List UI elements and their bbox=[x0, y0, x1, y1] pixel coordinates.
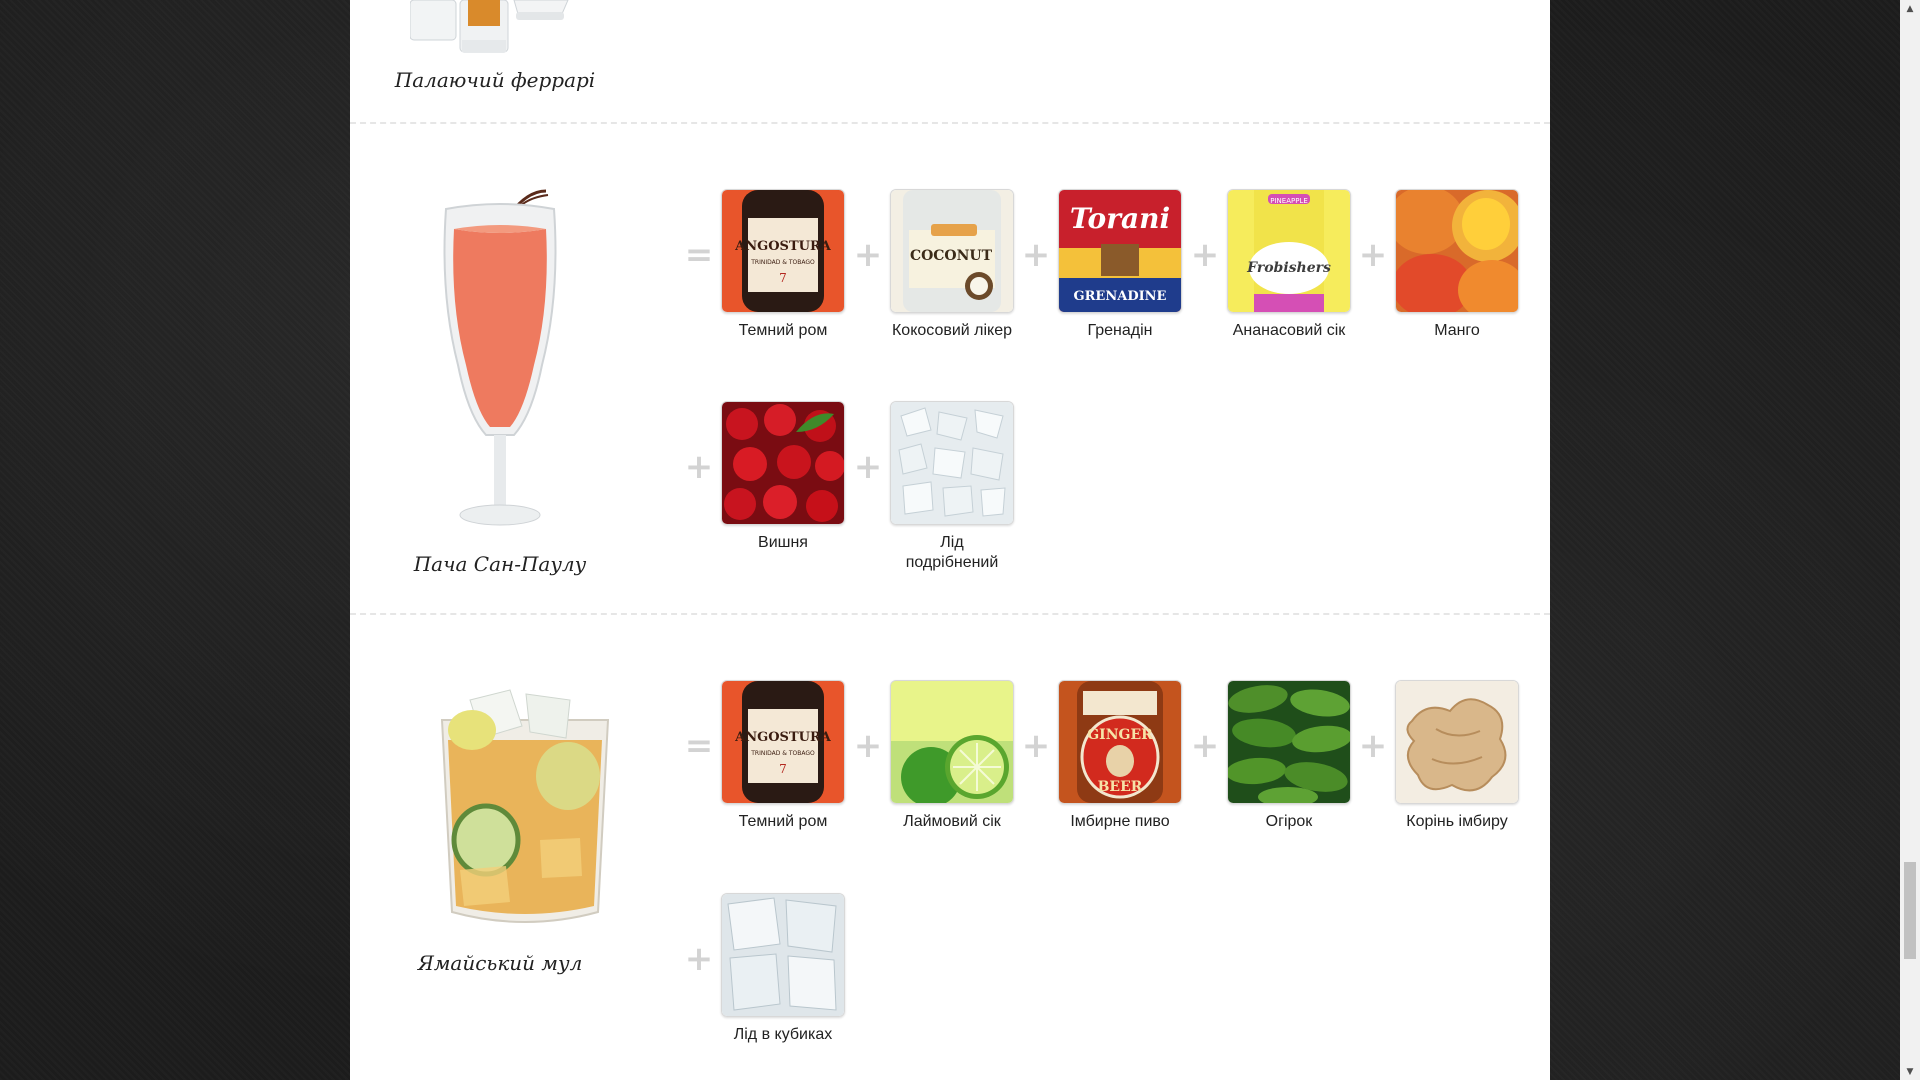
ingredient-item[interactable]: Корінь імбиру bbox=[1372, 680, 1542, 832]
ingredient-label: Кокосовий лікер bbox=[891, 322, 1013, 339]
frobishers-label-text: Frobishers bbox=[1246, 260, 1331, 276]
ginger-beer-icon: GINGER BEER bbox=[1058, 680, 1182, 804]
svg-text:PINEAPPLE: PINEAPPLE bbox=[1270, 197, 1308, 205]
ingredient-label: Манго bbox=[1434, 322, 1480, 339]
ingredient-item[interactable]: Вишня bbox=[698, 401, 868, 553]
ingredient-label: Огірок bbox=[1265, 813, 1313, 830]
svg-text:TRINIDAD & TOBAGO: TRINIDAD & TOBAGO bbox=[750, 259, 815, 266]
torani-grenadine-icon: Torani GRENADINE bbox=[1058, 189, 1182, 313]
coconut-label-text: COCONUT bbox=[910, 248, 993, 264]
vertical-scrollbar[interactable]: ▲ ▼ bbox=[1900, 0, 1920, 1080]
cucumbers-icon bbox=[1227, 680, 1351, 804]
cocktail-name[interactable]: Ямайський мул bbox=[350, 951, 675, 975]
cherries-icon bbox=[721, 401, 845, 525]
scroll-down-arrow-icon[interactable]: ▼ bbox=[1900, 1063, 1920, 1080]
section-divider bbox=[350, 122, 1550, 124]
section-divider bbox=[350, 613, 1550, 615]
ingredient-label: Гренадін bbox=[1087, 322, 1153, 339]
ingredient-item[interactable]: ANGOSTURA TRINIDAD & TOBAGO 7 Темний ром bbox=[698, 189, 868, 341]
pacha-sao-paulo-glass-image[interactable] bbox=[440, 185, 560, 539]
grenadine-label-text: GRENADINE bbox=[1074, 289, 1167, 304]
ingredient-label: Темний ром bbox=[738, 322, 828, 339]
ingredient-label: Ананасовий сік bbox=[1232, 322, 1346, 339]
ingredient-item[interactable]: Лаймовий сік bbox=[867, 680, 1037, 832]
ingredient-item[interactable]: ANGOSTURA TRINIDAD & TOBAGO 7 Темний ром bbox=[698, 680, 868, 832]
ingredient-label: Лід в кубиках bbox=[733, 1026, 833, 1043]
svg-text:TRINIDAD & TOBAGO: TRINIDAD & TOBAGO bbox=[750, 750, 815, 757]
ingredient-item[interactable]: Torani GRENADINE Гренадін bbox=[1035, 189, 1205, 341]
ingredient-item[interactable]: PINEAPPLE Frobishers Ананасовий сік bbox=[1204, 189, 1374, 341]
ingredient-label: Вишня bbox=[758, 534, 808, 551]
ice-cubes-icon bbox=[721, 893, 845, 1017]
coconut-liqueur-icon: COCONUT bbox=[890, 189, 1014, 313]
ingredient-label: Корінь імбиру bbox=[1406, 813, 1508, 830]
ginger-label-text: GINGER bbox=[1087, 727, 1153, 743]
cocktail-name[interactable]: Пача Сан-Паулу bbox=[350, 552, 675, 576]
ingredient-label: Темний ром bbox=[738, 813, 828, 830]
svg-text:7: 7 bbox=[779, 762, 787, 776]
scroll-up-arrow-icon[interactable]: ▲ bbox=[1900, 0, 1920, 17]
jamaican-mule-glass-image[interactable] bbox=[430, 680, 620, 939]
ingredient-item[interactable]: Огірок bbox=[1204, 680, 1374, 832]
lime-juice-icon bbox=[890, 680, 1014, 804]
mango-icon bbox=[1395, 189, 1519, 313]
recipes-panel: Палаючий феррарі Пача Сан-Паулу = ANGOST… bbox=[350, 0, 1550, 1080]
ingredient-item[interactable]: Лід подрібнений bbox=[867, 401, 1037, 573]
ingredient-label: Лаймовий сік bbox=[903, 813, 1001, 830]
ingredient-label: Лід подрібнений bbox=[905, 534, 999, 571]
cocktail-name[interactable]: Палаючий феррарі bbox=[350, 68, 670, 92]
angostura-bottle-icon: ANGOSTURA TRINIDAD & TOBAGO 7 bbox=[721, 189, 845, 313]
angostura-label-text: ANGOSTURA bbox=[734, 239, 832, 254]
ginger-root-icon bbox=[1395, 680, 1519, 804]
angostura-bottle-icon: ANGOSTURA TRINIDAD & TOBAGO 7 bbox=[721, 680, 845, 804]
torani-label-text: Torani bbox=[1070, 202, 1170, 235]
scrollbar-thumb[interactable] bbox=[1904, 862, 1916, 959]
ingredient-item[interactable]: COCONUT Кокосовий лікер bbox=[867, 189, 1037, 341]
pineapple-juice-icon: PINEAPPLE Frobishers bbox=[1227, 189, 1351, 313]
ingredient-item[interactable]: GINGER BEER Імбирне пиво bbox=[1035, 680, 1205, 832]
svg-text:7: 7 bbox=[779, 271, 787, 285]
beer-label-text: BEER bbox=[1098, 779, 1143, 795]
ingredient-item[interactable]: Лід в кубиках bbox=[698, 893, 868, 1045]
angostura-label-text: ANGOSTURA bbox=[734, 730, 832, 745]
flaming-ferrari-glass-image[interactable] bbox=[409, 0, 580, 64]
ingredient-item[interactable]: Манго bbox=[1372, 189, 1542, 341]
crushed-ice-icon bbox=[890, 401, 1014, 525]
ingredient-label: Імбирне пиво bbox=[1070, 813, 1170, 830]
